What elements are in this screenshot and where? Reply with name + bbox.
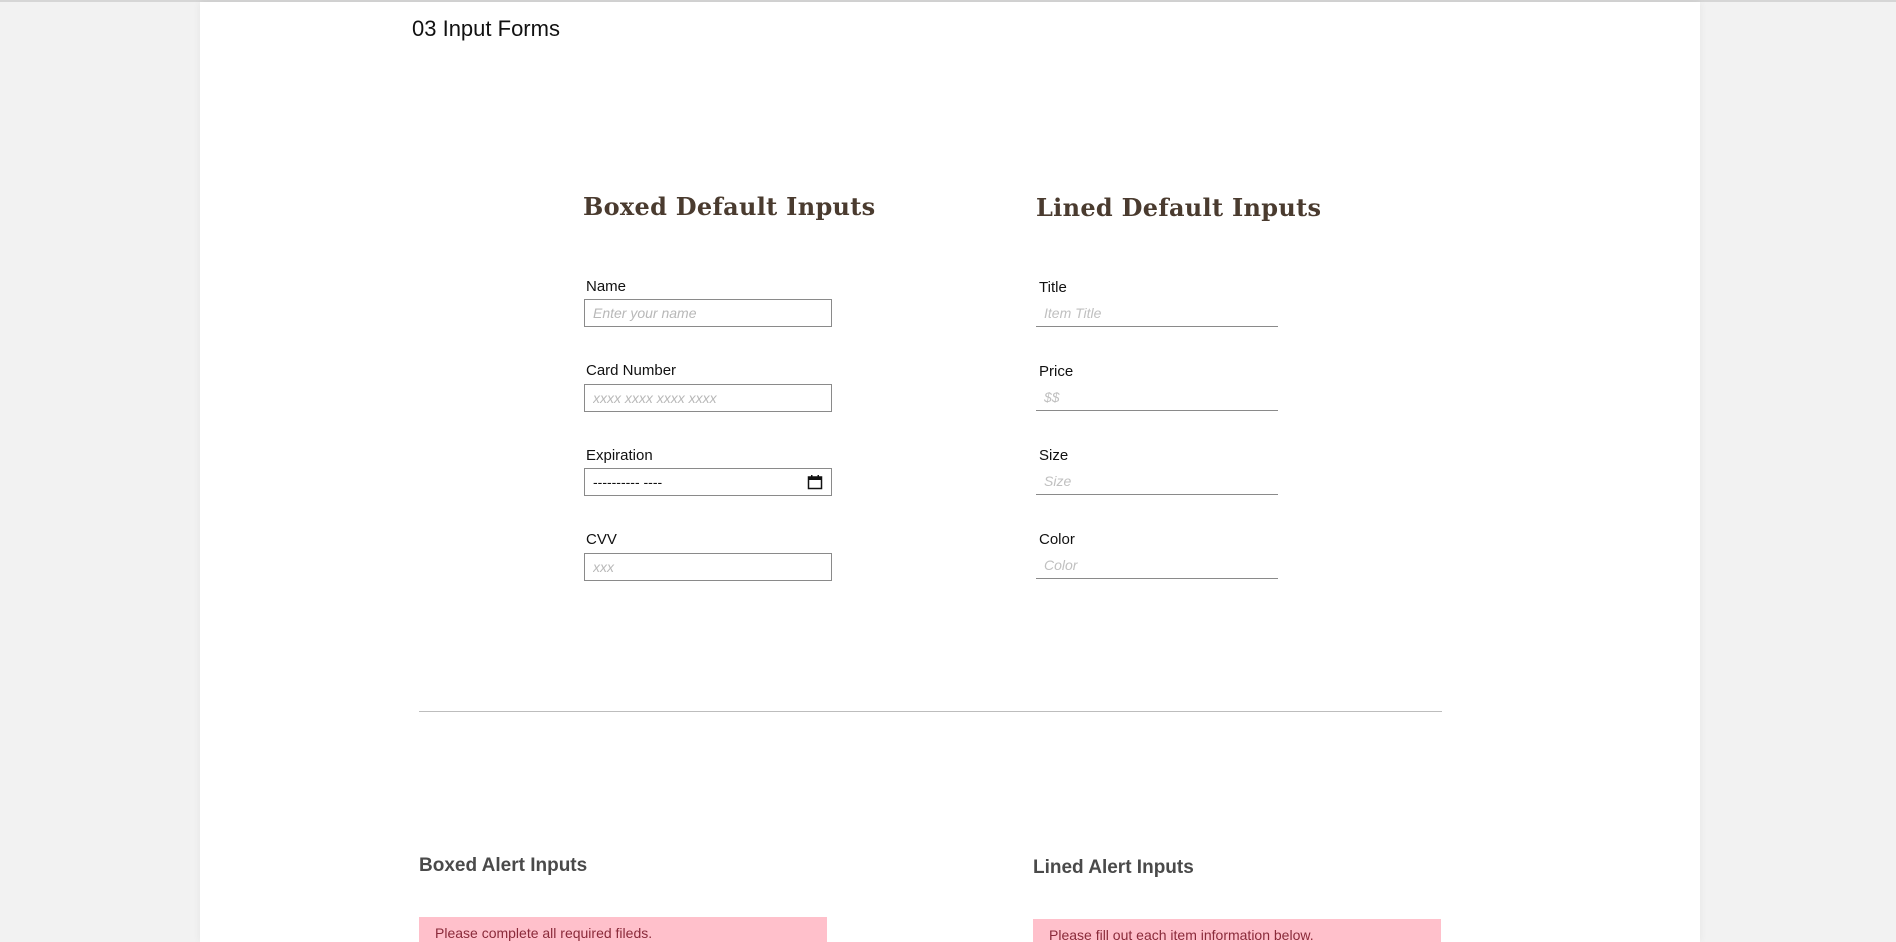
title-label: Title	[1039, 279, 1067, 296]
expiration-label: Expiration	[586, 447, 653, 464]
expiration-value: ---------- ----	[593, 474, 663, 490]
cvv-input[interactable]	[584, 553, 832, 581]
name-input[interactable]	[584, 299, 832, 327]
lined-alert-heading: Lined Alert Inputs	[1033, 857, 1194, 878]
lined-default-heading: Lined Default Inputs	[1036, 193, 1322, 222]
page-title: 03 Input Forms	[412, 16, 560, 41]
card-number-input[interactable]	[584, 384, 832, 412]
color-label: Color	[1039, 531, 1075, 548]
page-canvas: 03 Input Forms Boxed Default Inputs Name…	[200, 2, 1700, 942]
section-divider	[419, 711, 1442, 712]
size-label: Size	[1039, 447, 1069, 464]
lined-alert-banner: Please fill out each item information be…	[1033, 919, 1441, 942]
boxed-default-heading: Boxed Default Inputs	[583, 192, 876, 221]
size-input[interactable]	[1036, 467, 1278, 495]
calendar-icon[interactable]	[807, 474, 823, 490]
boxed-alert-heading: Boxed Alert Inputs	[419, 855, 588, 876]
name-label: Name	[586, 278, 627, 295]
title-input[interactable]	[1036, 299, 1278, 327]
boxed-alert-banner: Please complete all required fileds.	[419, 917, 827, 942]
price-input[interactable]	[1036, 383, 1278, 411]
color-input[interactable]	[1036, 551, 1278, 579]
price-label: Price	[1039, 363, 1074, 380]
cvv-label: CVV	[586, 531, 617, 548]
expiration-date-input[interactable]: ---------- ----	[584, 468, 832, 496]
card-number-label: Card Number	[586, 362, 677, 379]
